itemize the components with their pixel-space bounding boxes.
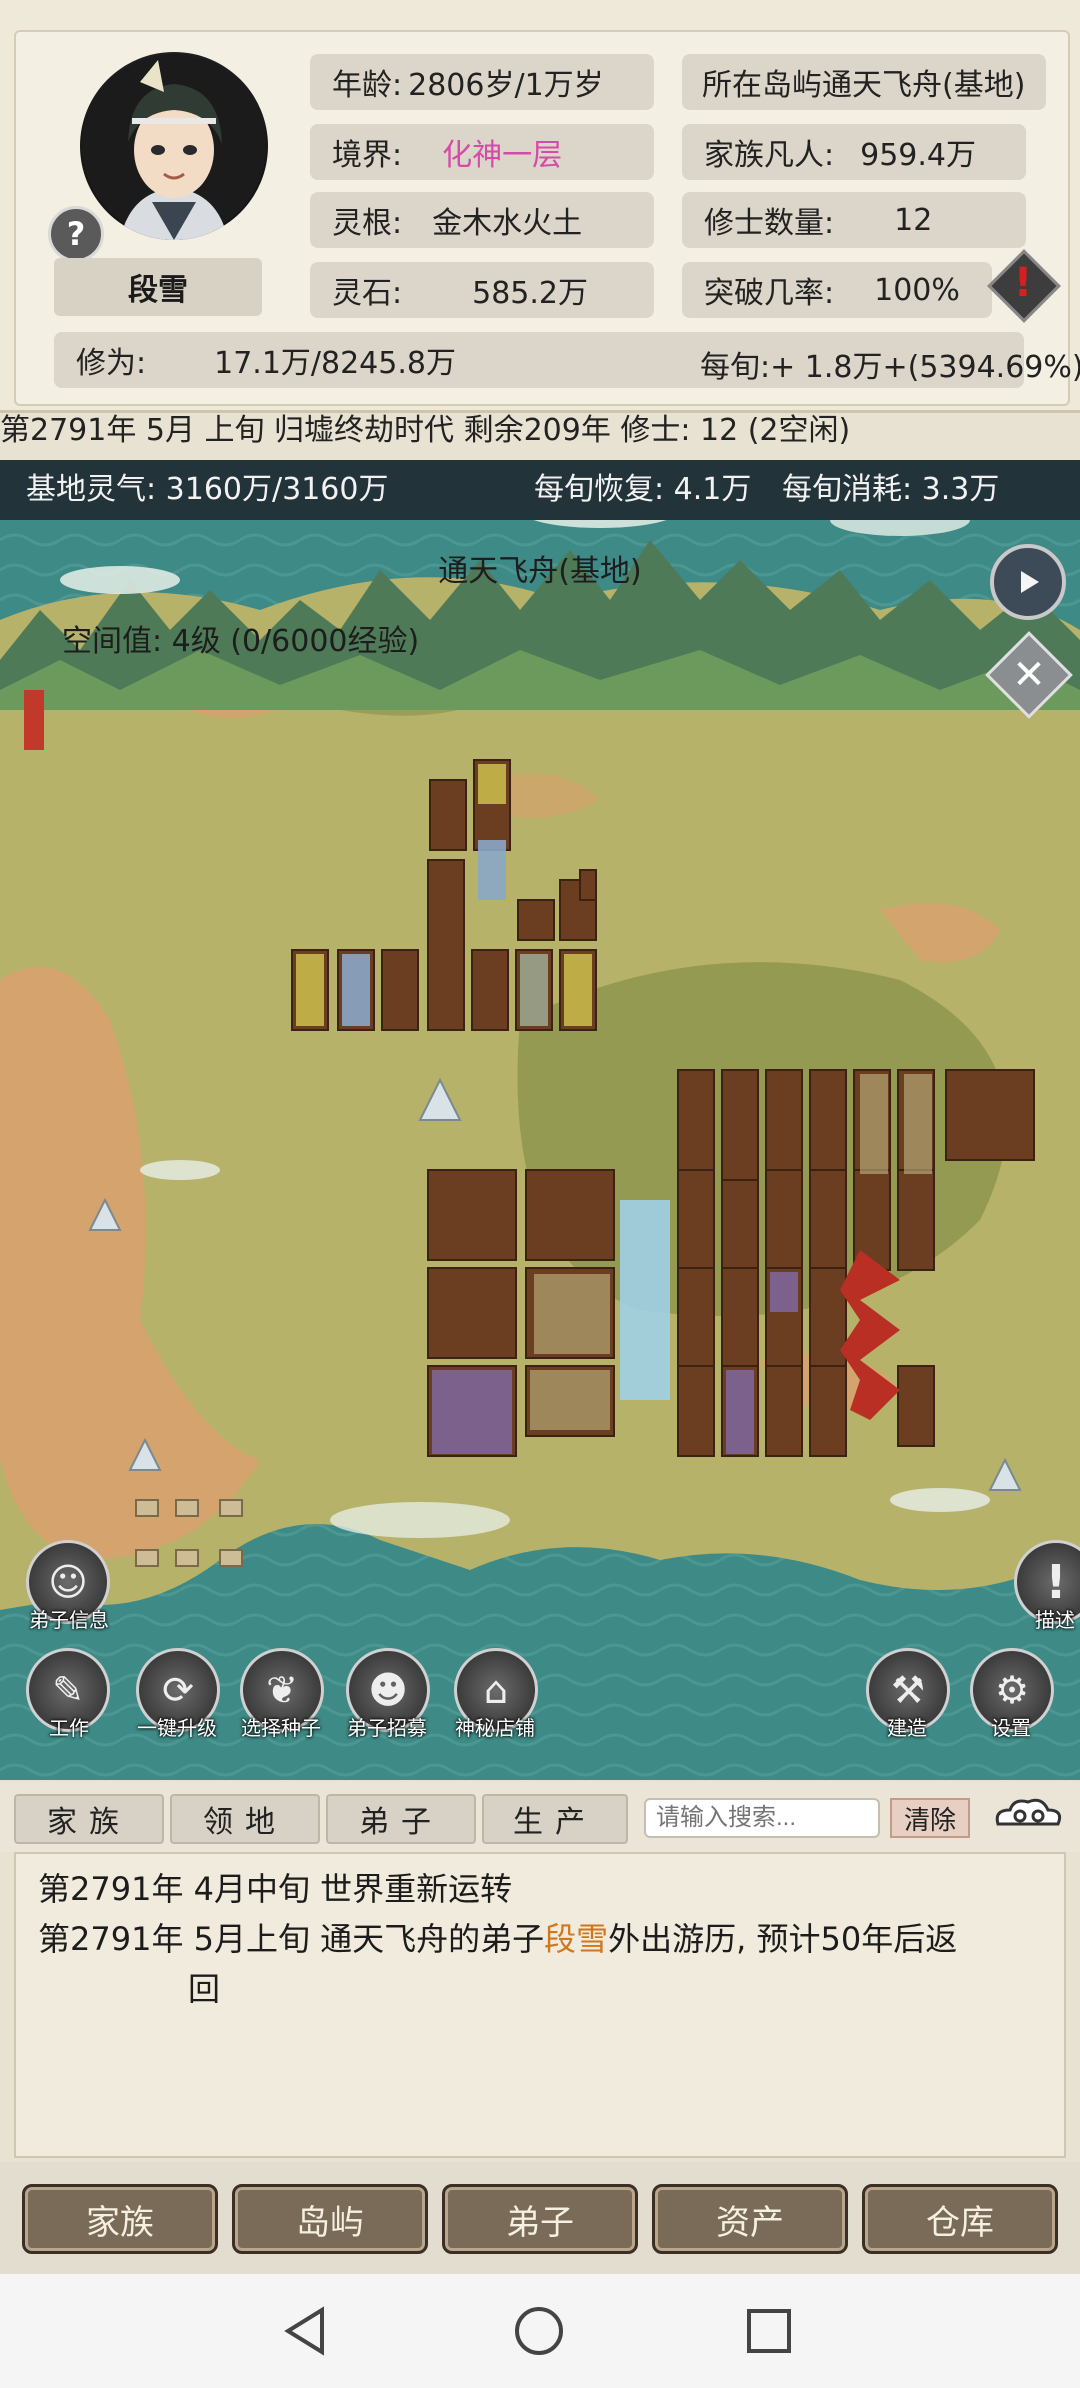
cloud-ornament-icon[interactable]	[990, 1794, 1066, 1838]
log-entry-suffix: 外出游历, 预计50年后返	[608, 1920, 958, 1958]
realm-value: 化神一层	[442, 138, 563, 173]
island-stat[interactable]: 所在岛屿 通天飞舟(基地)	[682, 54, 1046, 110]
brush-icon: ✎	[52, 1668, 84, 1712]
log-entry-highlight-name: 段雪	[544, 1920, 609, 1958]
cultivation-value: 17.1万/8245.8万	[214, 346, 456, 381]
play-icon	[1021, 571, 1039, 593]
root-value: 金木水火土	[432, 206, 583, 241]
describe-label: 描述	[1035, 1608, 1075, 1632]
breakthrough-stat: 突破几率: 100%	[682, 262, 992, 318]
back-icon[interactable]	[280, 2304, 330, 2358]
age-stat: 年龄: 2806岁/1万岁	[310, 54, 654, 110]
era-status-line: 第2791年 5月 上旬 归墟终劫时代 剩余209年 修士: 12 (2空闲)	[0, 413, 851, 448]
age-label: 年龄:	[332, 68, 403, 103]
per-cycle-value: + 1.8万+(5394.69%)	[770, 350, 1080, 385]
search-input[interactable]	[644, 1798, 880, 1838]
breakthrough-label: 突破几率:	[704, 276, 835, 311]
recents-icon[interactable]	[744, 2306, 794, 2356]
consume-label: 每旬消耗:	[782, 472, 913, 507]
cultivation-label: 修为:	[76, 346, 147, 381]
player-avatar[interactable]	[80, 52, 268, 240]
realm-stat: 境界: 化神一层	[310, 124, 654, 180]
tab-territory[interactable]: 领地	[170, 1794, 320, 1844]
log-entry: 第2791年 5月上旬 通天飞舟的弟子段雪外出游历, 预计50年后返	[38, 1914, 957, 1964]
gear-icon: ⚙	[994, 1668, 1030, 1712]
cultivator-count-stat: 修士数量: 12	[682, 192, 1026, 248]
nav-family-button[interactable]: 家族	[22, 2184, 218, 2254]
nav-warehouse-button[interactable]: 仓库	[862, 2184, 1058, 2254]
breakthrough-value: 100%	[874, 272, 960, 308]
stone-label: 灵石:	[332, 276, 403, 311]
system-nav-bar	[0, 2274, 1080, 2388]
age-value: 2806岁/1万岁	[408, 68, 604, 103]
nav-assets-button[interactable]: 资产	[652, 2184, 848, 2254]
nav-island-button[interactable]: 岛屿	[232, 2184, 428, 2254]
mortals-value: 959.4万	[860, 138, 976, 173]
disciple-figure-icon: ☺	[48, 1560, 88, 1604]
player-name: 段雪	[54, 258, 262, 316]
scroll-icon: ⟳	[162, 1668, 194, 1712]
log-entry-continuation: 回	[188, 1970, 221, 2008]
settings-label: 设置	[991, 1716, 1031, 1740]
clear-button[interactable]: 清除	[890, 1798, 970, 1838]
home-icon[interactable]	[512, 2304, 566, 2358]
recover-label: 每旬恢复:	[534, 472, 665, 507]
consume-value: 3.3万	[921, 472, 1000, 507]
close-icon: ✕	[1012, 652, 1046, 698]
base-qi-bar: 基地灵气: 3160万/3160万 每旬恢复: 4.1万 每旬消耗: 3.3万	[0, 460, 1080, 520]
event-log[interactable]: 第2791年 4月中旬 世界重新运转 第2791年 5月上旬 通天飞舟的弟子段雪…	[14, 1852, 1066, 2158]
disciple-info-label: 弟子信息	[29, 1608, 109, 1632]
spirit-root-stat: 灵根: 金木水火土	[310, 192, 654, 248]
log-entry-prefix: 第2791年 5月上旬 通天飞舟的弟子	[38, 1920, 545, 1958]
cultivators-value: 12	[894, 202, 933, 238]
exclamation-icon: !	[1013, 260, 1033, 306]
hammer-icon: ⚒	[890, 1668, 926, 1712]
play-button[interactable]	[990, 544, 1066, 620]
qi-stat: 基地灵气: 3160万/3160万	[26, 460, 388, 520]
space-value: 空间值: 4级 (0/6000经验)	[62, 624, 420, 659]
recover-value: 4.1万	[673, 472, 752, 507]
tab-production[interactable]: 生产	[482, 1794, 628, 1844]
mystic-shop-label: 神秘店铺	[455, 1716, 535, 1740]
person-icon: ☻	[368, 1668, 408, 1712]
pavilion-icon: ⌂	[483, 1668, 509, 1712]
base-title: 通天飞舟(基地)	[438, 554, 642, 589]
log-entry: 第2791年 4月中旬 世界重新运转	[38, 1870, 513, 1908]
mortals-label: 家族凡人:	[704, 138, 835, 173]
qi-label: 基地灵气:	[26, 472, 157, 507]
consume-stat: 每旬消耗: 3.3万	[782, 460, 999, 520]
tab-family[interactable]: 家族	[14, 1794, 164, 1844]
mortals-stat: 家族凡人: 959.4万	[682, 124, 1026, 180]
cultivators-label: 修士数量:	[704, 206, 835, 241]
per-cycle-gain: 每旬:+ 1.8万+(5394.69%)	[700, 342, 1080, 386]
help-icon[interactable]: ?	[48, 206, 104, 262]
per-cycle-label: 每旬:	[700, 350, 771, 385]
recover-stat: 每旬恢复: 4.1万	[534, 460, 751, 520]
spirit-stone-stat: 灵石: 585.2万	[310, 262, 654, 318]
island-label: 所在岛屿	[702, 68, 822, 103]
nav-disciples-button[interactable]: 弟子	[442, 2184, 638, 2254]
sprout-icon: ❦	[266, 1668, 298, 1712]
tab-disciples[interactable]: 弟子	[326, 1794, 476, 1844]
island-value: 通天飞舟(基地)	[822, 68, 1026, 103]
qi-value: 3160万/3160万	[165, 472, 389, 507]
exclamation-icon: !	[1045, 1555, 1067, 1609]
stone-value: 585.2万	[472, 276, 588, 311]
realm-label: 境界:	[332, 138, 403, 173]
root-label: 灵根:	[332, 206, 403, 241]
